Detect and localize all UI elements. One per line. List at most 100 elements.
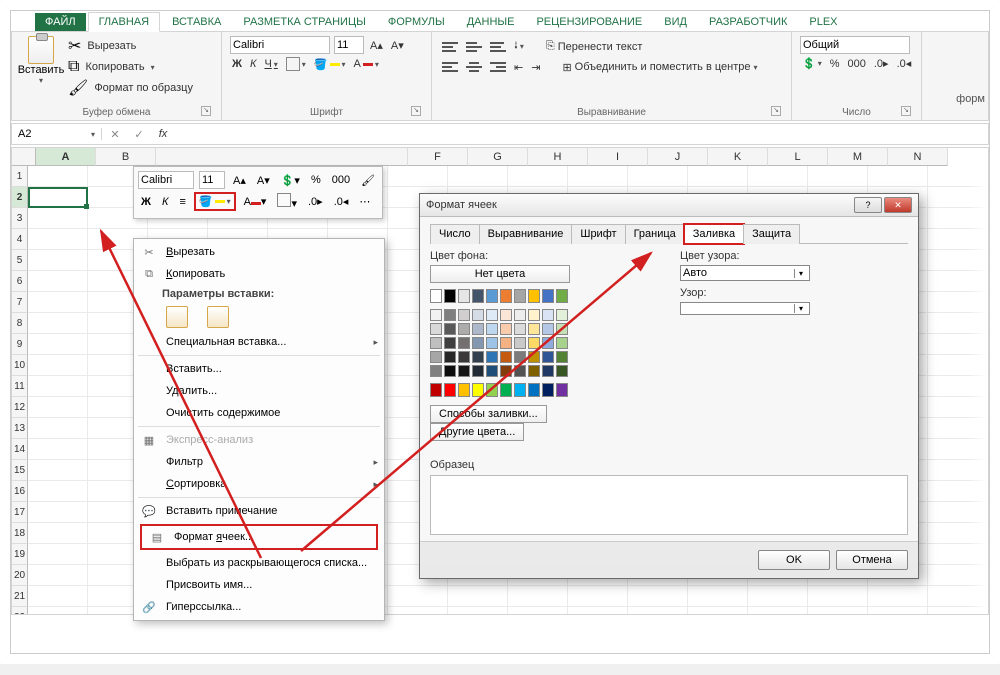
cell[interactable] xyxy=(28,250,88,271)
tab-plex[interactable]: PLEX xyxy=(799,13,847,31)
color-swatch[interactable] xyxy=(430,323,442,335)
ctx-paste-default[interactable] xyxy=(134,303,384,331)
italic-button[interactable]: К xyxy=(248,57,258,71)
col-header-B[interactable]: B xyxy=(96,148,156,166)
color-swatch[interactable] xyxy=(458,351,470,363)
row-header-20[interactable]: 20 xyxy=(12,565,28,586)
row-header-22[interactable]: 22 xyxy=(12,607,28,615)
cell[interactable] xyxy=(508,586,568,607)
font-size-box[interactable] xyxy=(334,36,364,54)
color-swatch[interactable] xyxy=(472,309,484,321)
cell[interactable] xyxy=(28,544,88,565)
paste-button[interactable]: Вставить ▾ xyxy=(20,36,62,100)
color-swatch[interactable] xyxy=(528,323,540,335)
mini-font-size[interactable] xyxy=(199,171,225,189)
color-swatch[interactable] xyxy=(500,383,512,397)
more-colors-button[interactable]: Другие цвета... xyxy=(430,423,524,441)
row-header-5[interactable]: 5 xyxy=(12,250,28,271)
underline-button[interactable]: Ч▾ xyxy=(262,57,279,71)
cell[interactable] xyxy=(808,586,868,607)
color-swatch[interactable] xyxy=(514,337,526,349)
cell[interactable] xyxy=(868,586,928,607)
color-swatch[interactable] xyxy=(472,383,484,397)
row-header-3[interactable]: 3 xyxy=(12,208,28,229)
color-swatch[interactable] xyxy=(556,289,568,303)
cell[interactable] xyxy=(28,187,88,208)
color-swatch[interactable] xyxy=(556,309,568,321)
row-header-4[interactable]: 4 xyxy=(12,229,28,250)
font-color-button[interactable]: A▾ xyxy=(352,57,381,71)
color-swatch[interactable] xyxy=(514,323,526,335)
color-swatch[interactable] xyxy=(486,309,498,321)
cell[interactable] xyxy=(448,586,508,607)
cell[interactable] xyxy=(388,607,448,615)
fill-color-button[interactable]: 🪣▾ xyxy=(312,57,348,72)
font-name-box[interactable] xyxy=(230,36,330,54)
percent-button[interactable]: % xyxy=(828,57,842,71)
dec-decimal[interactable]: .0◂ xyxy=(895,56,914,71)
color-swatch[interactable] xyxy=(542,383,554,397)
color-swatch[interactable] xyxy=(430,289,442,303)
row-header-21[interactable]: 21 xyxy=(12,586,28,607)
cell[interactable] xyxy=(448,166,508,187)
row-header-9[interactable]: 9 xyxy=(12,334,28,355)
number-launcher[interactable]: ↘ xyxy=(901,106,911,116)
color-swatch[interactable] xyxy=(514,289,526,303)
color-swatch[interactable] xyxy=(556,323,568,335)
align-top[interactable] xyxy=(440,39,460,55)
font-launcher[interactable]: ↘ xyxy=(411,106,421,116)
cell[interactable] xyxy=(28,439,88,460)
color-swatch[interactable] xyxy=(500,351,512,363)
row-header-10[interactable]: 10 xyxy=(12,355,28,376)
cell[interactable] xyxy=(748,166,808,187)
color-swatch[interactable] xyxy=(430,351,442,363)
cell[interactable] xyxy=(628,586,688,607)
align-left[interactable] xyxy=(440,59,460,75)
col-header-G[interactable]: G xyxy=(468,148,528,166)
row-header-17[interactable]: 17 xyxy=(12,502,28,523)
accounting-button[interactable]: 💲▾ xyxy=(800,56,824,71)
ctx-paste-special[interactable]: Специальная вставка... xyxy=(134,331,384,353)
number-format-box[interactable] xyxy=(800,36,910,54)
color-swatch[interactable] xyxy=(444,351,456,363)
tab-layout[interactable]: РАЗМЕТКА СТРАНИЦЫ xyxy=(233,13,375,31)
cell[interactable] xyxy=(628,607,688,615)
dlg-tab-font[interactable]: Шрифт xyxy=(571,224,625,244)
mini-format-painter[interactable]: 🖌 xyxy=(358,174,378,187)
mini-more[interactable]: ⋯ xyxy=(356,195,373,208)
color-swatch[interactable] xyxy=(472,337,484,349)
color-swatch[interactable] xyxy=(542,323,554,335)
color-swatch[interactable] xyxy=(472,365,484,377)
mini-shrink-font[interactable]: A▾ xyxy=(254,174,273,187)
color-swatch[interactable] xyxy=(430,383,442,397)
cell[interactable] xyxy=(688,607,748,615)
color-swatch[interactable] xyxy=(528,309,540,321)
row-header-14[interactable]: 14 xyxy=(12,439,28,460)
cell[interactable] xyxy=(28,586,88,607)
col-header-N[interactable]: N xyxy=(888,148,948,166)
row-header-15[interactable]: 15 xyxy=(12,460,28,481)
mini-inc-dec[interactable]: .0▸ xyxy=(305,195,326,208)
color-palette[interactable] xyxy=(430,289,650,397)
row-header-12[interactable]: 12 xyxy=(12,397,28,418)
mini-font-name[interactable] xyxy=(138,171,194,189)
color-swatch[interactable] xyxy=(472,351,484,363)
cell[interactable] xyxy=(28,271,88,292)
mini-fill-color[interactable]: 🪣▾ xyxy=(194,192,236,211)
color-swatch[interactable] xyxy=(486,351,498,363)
bold-button[interactable]: Ж xyxy=(230,57,244,71)
col-header-J[interactable]: J xyxy=(648,148,708,166)
cell[interactable] xyxy=(28,502,88,523)
color-swatch[interactable] xyxy=(486,365,498,377)
tab-review[interactable]: РЕЦЕНЗИРОВАНИЕ xyxy=(526,13,652,31)
color-swatch[interactable] xyxy=(556,383,568,397)
color-swatch[interactable] xyxy=(430,309,442,321)
cell[interactable] xyxy=(508,166,568,187)
tab-formulas[interactable]: ФОРМУЛЫ xyxy=(378,13,455,31)
align-middle[interactable] xyxy=(464,39,484,55)
cell[interactable] xyxy=(28,229,88,250)
border-button[interactable]: ▾ xyxy=(284,56,308,72)
tab-view[interactable]: ВИД xyxy=(654,13,697,31)
col-header-K[interactable]: K xyxy=(708,148,768,166)
row-header-19[interactable]: 19 xyxy=(12,544,28,565)
